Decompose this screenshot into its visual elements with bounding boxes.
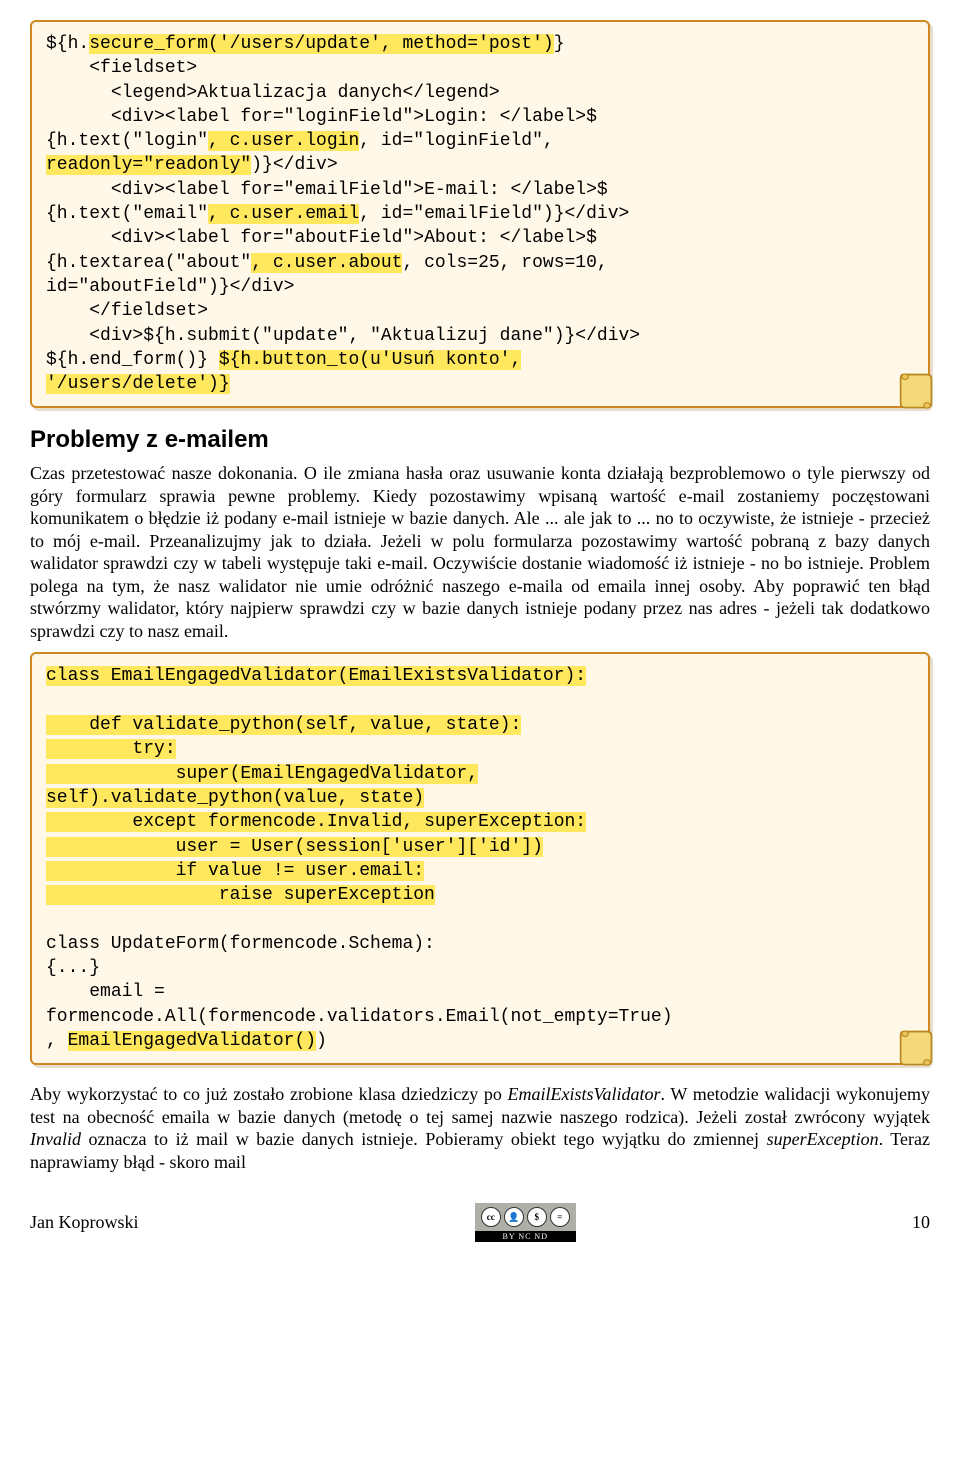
cc-text: BY NC ND xyxy=(475,1231,576,1242)
code-content-1: ${h.secure_form('/users/update', method=… xyxy=(46,32,914,396)
page-footer: Jan Koprowski cc 👤 $ = BY NC ND 10 xyxy=(30,1203,930,1242)
code-content-2: class EmailEngagedValidator(EmailExistsV… xyxy=(46,664,914,1053)
by-icon: 👤 xyxy=(504,1207,524,1227)
footer-author: Jan Koprowski xyxy=(30,1212,139,1233)
paragraph-1: Czas przetestować nasze dokonania. O ile… xyxy=(30,462,930,642)
section-heading: Problemy z e-mailem xyxy=(30,426,930,454)
footer-page-number: 10 xyxy=(912,1212,930,1233)
code-block-1: ${h.secure_form('/users/update', method=… xyxy=(30,20,930,408)
nc-icon: $ xyxy=(527,1207,547,1227)
cc-license-badge: cc 👤 $ = BY NC ND xyxy=(475,1203,576,1242)
scroll-icon xyxy=(894,368,938,412)
code-block-2: class EmailEngagedValidator(EmailExistsV… xyxy=(30,652,930,1065)
nd-icon: = xyxy=(550,1207,570,1227)
cc-icon: cc xyxy=(481,1207,501,1227)
paragraph-2: Aby wykorzystać to co już zostało zrobio… xyxy=(30,1083,930,1173)
scroll-icon xyxy=(894,1025,938,1069)
